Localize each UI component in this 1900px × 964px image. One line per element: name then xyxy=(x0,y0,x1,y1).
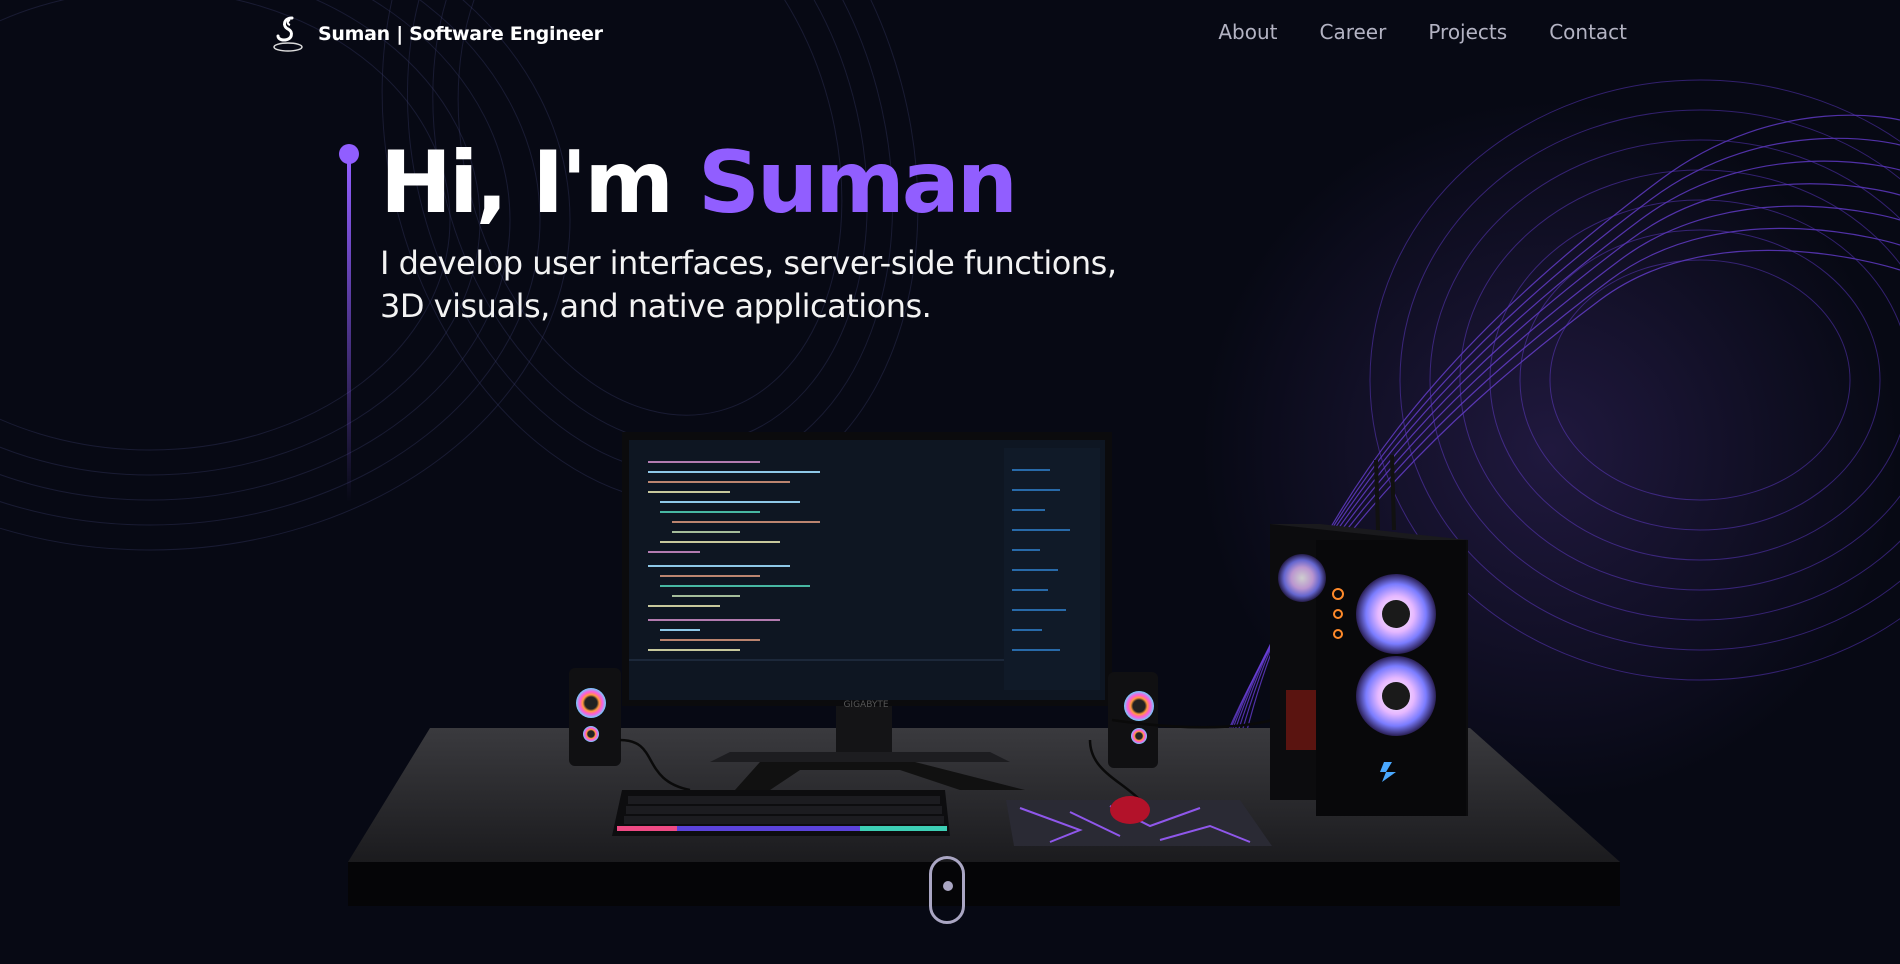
scroll-down-indicator[interactable] xyxy=(929,856,965,924)
desk-setup-3d-scene[interactable]: GIGABYTE xyxy=(0,0,1900,964)
monitor: GIGABYTE xyxy=(622,432,1112,710)
mouse xyxy=(1110,796,1150,824)
monitor-brand-label: GIGABYTE xyxy=(843,700,888,710)
speaker-left xyxy=(569,668,621,766)
scroll-dot xyxy=(943,881,953,891)
pc-tower xyxy=(1270,454,1468,816)
keyboard xyxy=(612,790,950,836)
